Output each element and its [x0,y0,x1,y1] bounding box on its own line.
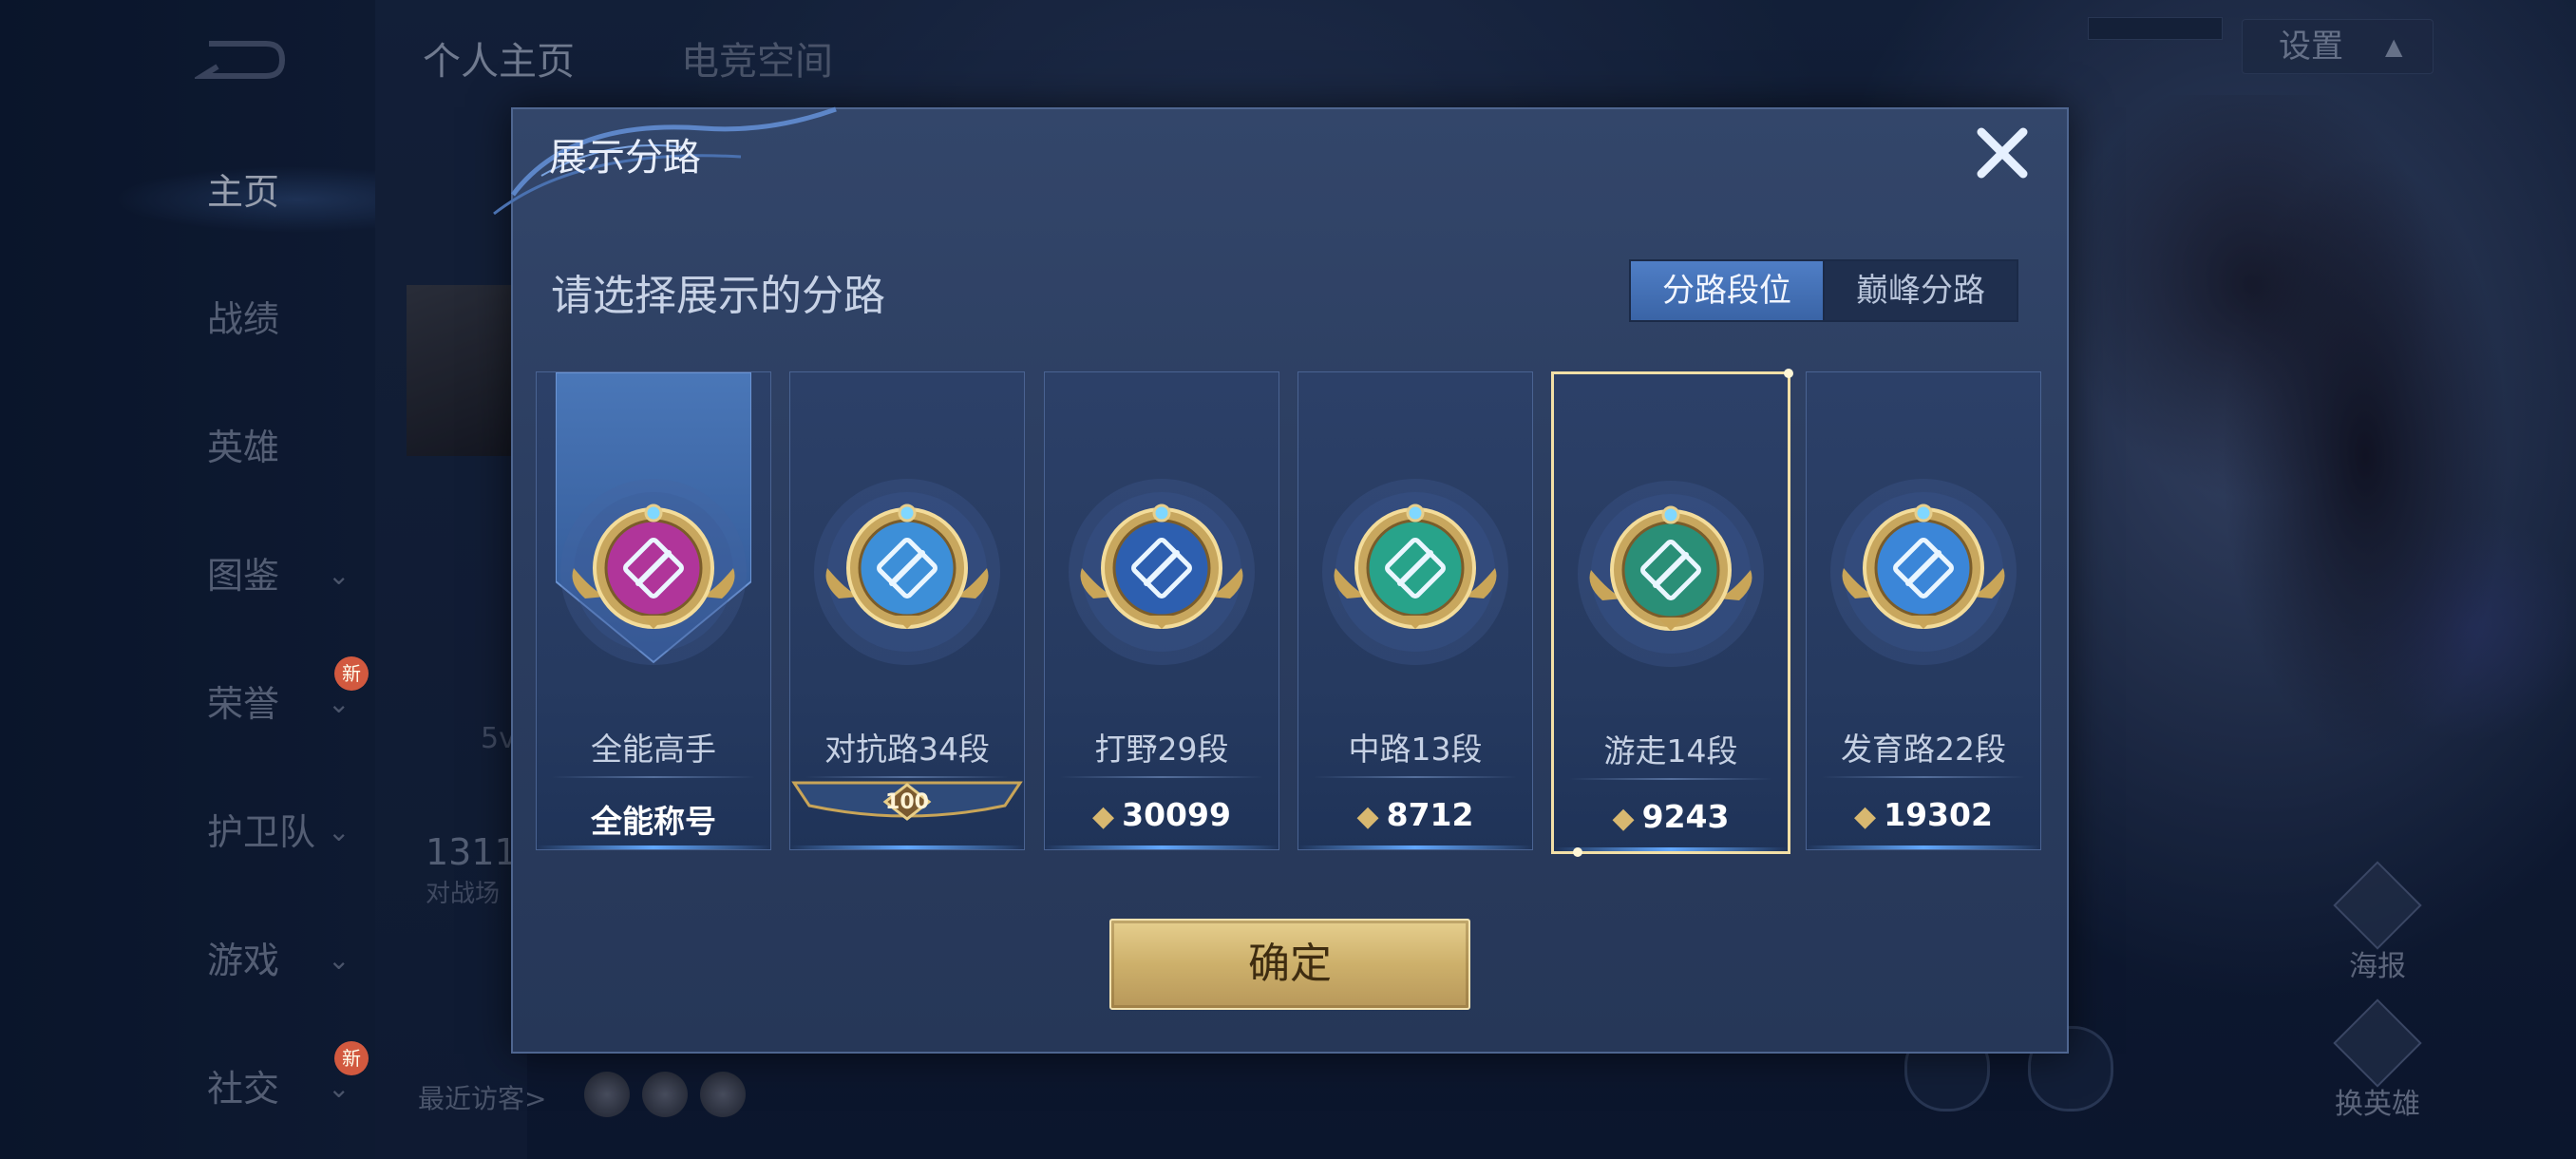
lane-card[interactable]: 对抗路34段 100 [789,371,1025,850]
card-divider [552,776,755,778]
lane-card-title: 中路13段 [1348,731,1483,768]
selection-spark [1784,369,1793,378]
value-text: 9243 [1641,798,1730,835]
lane-mode-toggle: 分路段位 巅峰分路 [1629,259,2018,322]
lane-card[interactable]: 打野29段 ◆ 30099 [1044,371,1279,850]
value-text: 19302 [1884,796,1993,833]
dialog-subtitle: 请选择展示的分路 [551,272,885,320]
lane-points: ◆ 8712 [1298,796,1532,833]
lane-card-title: 游走14段 [1603,732,1738,770]
roam-emblem-icon [1578,481,1764,667]
mid-lane-emblem-icon [1322,479,1508,665]
confirm-button[interactable]: 确定 [1109,919,1470,1010]
selection-spark [1573,847,1582,857]
value-text: 30099 [1122,796,1231,833]
card-divider [1822,776,2025,778]
card-glow-line [1554,847,1788,851]
value-text: 全能称号 [591,803,716,840]
lane-card-title: 对抗路34段 [824,731,990,768]
new-badge: 新 [334,1041,369,1075]
points-icon: ◆ [1854,800,1877,833]
card-glow-line [537,846,770,849]
lane-card-title: 打野29段 [1094,731,1229,768]
lane-points: ◆ 30099 [1045,796,1279,833]
lane-card[interactable]: 游走14段 ◆ 9243 [1551,369,1793,857]
clash-lane-emblem-icon [814,479,1000,665]
dialog-title: 展示分路 [549,136,701,180]
all-round-emblem-icon [560,479,747,665]
lane-points: ◆ 9243 [1554,798,1788,835]
farm-lane-emblem-icon [1830,479,2017,665]
card-divider [1060,776,1263,778]
lane-card[interactable]: 中路13段 ◆ 8712 [1297,371,1533,850]
card-divider [1314,776,1517,778]
value-text: 8712 [1386,796,1474,833]
lane-display-dialog: 展示分路 请选择展示的分路 分路段位 巅峰分路 全能高手 全能称号 对抗路34段 10… [493,106,2069,1054]
lane-card[interactable]: 全能高手 全能称号 [536,371,771,850]
points-icon: ◆ [1612,802,1635,835]
card-glow-line [1298,846,1532,849]
card-divider [1569,778,1772,780]
points-icon: ◆ [1356,800,1379,833]
lane-points: ◆ 19302 [1807,796,2040,833]
close-icon[interactable] [1968,119,2036,187]
card-glow-line [1045,846,1279,849]
lane-card-title: 全能高手 [591,731,716,768]
jungle-emblem-icon [1069,479,1255,665]
card-glow-line [1807,846,2040,849]
tab-peak-lane[interactable]: 巅峰分路 [1825,261,2017,320]
rank-star-count: 100 [885,790,929,814]
points-icon: ◆ [1092,800,1115,833]
lane-card[interactable]: 发育路22段 ◆ 19302 [1806,371,2041,850]
lane-title-label: 全能称号 [537,796,770,842]
card-glow-line [790,846,1024,849]
new-badge: 新 [334,656,369,691]
lane-card-title: 发育路22段 [1841,731,2006,768]
tab-lane-rank[interactable]: 分路段位 [1631,261,1823,320]
